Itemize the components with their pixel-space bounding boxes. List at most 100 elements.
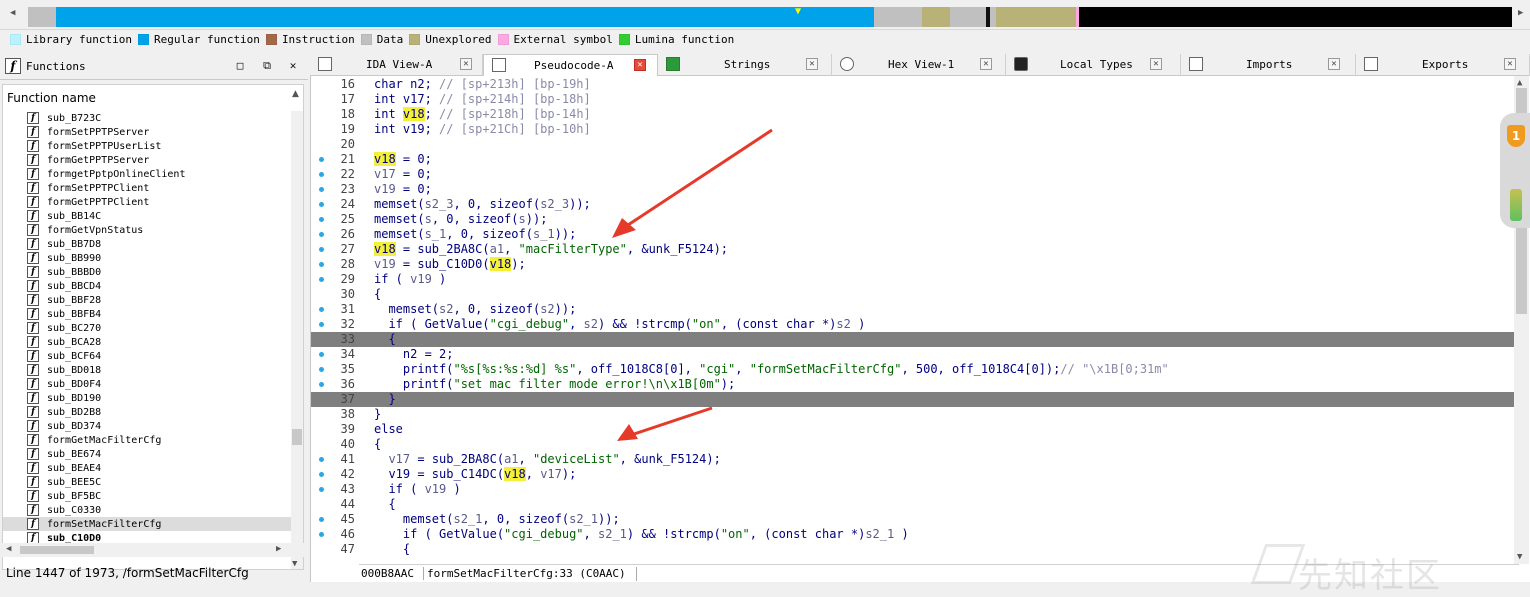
code-line[interactable]: 38} (311, 407, 1514, 422)
code-line[interactable]: 40 { (311, 437, 1514, 452)
code-token[interactable]: s2_1 (569, 512, 598, 526)
code-token[interactable]: v19 (374, 257, 396, 271)
functions-vertical-scrollbar[interactable]: ▼ (291, 111, 303, 569)
code-token[interactable]: s2 (836, 317, 850, 331)
code-token[interactable]: s2_1 (865, 527, 894, 541)
restore-button[interactable]: ⧉ (260, 59, 274, 73)
function-list-item[interactable]: f sub_BCF64 (3, 349, 293, 363)
nav-scroll-left-icon[interactable]: ◀ (10, 8, 20, 20)
code-lines[interactable]: 16 char n2; // [sp+213h] [bp-19h] 17 int v1… (311, 76, 1514, 564)
code-line[interactable]: 36 printf("set mac filter mode error!\n\… (311, 377, 1514, 392)
code-line[interactable]: 39 else (311, 422, 1514, 437)
function-list-item[interactable]: f formGetVpnStatus (3, 223, 293, 237)
code-token[interactable]: s_1 (533, 227, 555, 241)
breakpoint-dot-icon[interactable] (319, 232, 324, 237)
navigation-band[interactable]: ◀ ▼ ▶ (0, 0, 1530, 30)
function-list-item[interactable]: f sub_BBFB4 (3, 307, 293, 321)
code-line[interactable]: 26 memset(s_1, 0, sizeof(s_1)); (311, 227, 1514, 242)
tab-ida-view[interactable]: IDA View-A ✕ (310, 54, 483, 76)
code-line[interactable]: 21 v18 = 0; (311, 152, 1514, 167)
breakpoint-dot-icon[interactable] (319, 202, 324, 207)
code-line[interactable]: 44 { (311, 497, 1514, 512)
code-line[interactable]: 31 memset(s2, 0, sizeof(s2)); (311, 302, 1514, 317)
code-line[interactable]: 33 { (311, 332, 1514, 347)
close-icon[interactable]: ✕ (634, 59, 646, 71)
code-line[interactable]: 25 memset(s, 0, sizeof(s)); (311, 212, 1514, 227)
function-list-item[interactable]: f sub_B723C (3, 111, 293, 125)
column-header-function-name[interactable]: Function name ▲ (3, 85, 303, 109)
code-token[interactable]: v17 (374, 167, 396, 181)
code-line[interactable]: 29 if ( v19 ) (311, 272, 1514, 287)
function-list-item[interactable]: f sub_BD190 (3, 391, 293, 405)
code-line[interactable]: 16 char n2; // [sp+213h] [bp-19h] (311, 77, 1514, 92)
code-line[interactable]: 23 v19 = 0; (311, 182, 1514, 197)
breakpoint-dot-icon[interactable] (319, 157, 324, 162)
breakpoint-dot-icon[interactable] (319, 172, 324, 177)
code-token[interactable]: s_1 (425, 227, 447, 241)
function-list-item[interactable]: f sub_BB990 (3, 251, 293, 265)
function-list-item[interactable]: f sub_BBBD0 (3, 265, 293, 279)
highlighted-token[interactable]: v18 (489, 257, 512, 271)
scrollbar-thumb[interactable] (292, 429, 302, 445)
function-list-item[interactable]: f formGetMacFilterCfg (3, 433, 293, 447)
highlighted-token[interactable]: v18 (374, 152, 396, 166)
function-list-item[interactable]: f formgetPptpOnlineClient (3, 167, 293, 181)
function-list-item[interactable]: f sub_BBF28 (3, 293, 293, 307)
scroll-up-icon[interactable]: ▲ (1517, 78, 1522, 88)
scroll-left-icon[interactable]: ◀ (6, 544, 11, 554)
pseudocode-view[interactable]: 16 char n2; // [sp+213h] [bp-19h] 17 int v1… (310, 76, 1530, 582)
function-list-item[interactable]: f sub_BD0F4 (3, 377, 293, 391)
code-line[interactable]: 24 memset(s2_3, 0, sizeof(s2_3)); (311, 197, 1514, 212)
tab-local-types[interactable]: Local Types ✕ (1006, 54, 1181, 76)
function-list-item[interactable]: f sub_BF5BC (3, 489, 293, 503)
breakpoint-dot-icon[interactable] (319, 517, 324, 522)
function-list-item[interactable]: f sub_BEE5C (3, 475, 293, 489)
code-token[interactable]: v19 (374, 182, 396, 196)
highlighted-token[interactable]: v18 (402, 107, 425, 121)
breakpoint-dot-icon[interactable] (319, 382, 324, 387)
function-list-item[interactable]: f formSetPPTPServer (3, 125, 293, 139)
close-icon[interactable]: ✕ (980, 58, 992, 70)
function-list-item[interactable]: f formGetPPTPServer (3, 153, 293, 167)
code-line[interactable]: 35 printf("%s[%s:%s:%d] %s", off_1018C8[… (311, 362, 1514, 377)
side-widget[interactable]: 1 (1500, 113, 1530, 228)
code-line[interactable]: 27 v18 = sub_2BA8C(a1, "macFilterType", &… (311, 242, 1514, 257)
code-token[interactable]: s2_1 (453, 512, 482, 526)
function-list-item[interactable]: f sub_BB14C (3, 209, 293, 223)
function-list-item[interactable]: f sub_BBCD4 (3, 279, 293, 293)
tab-imports[interactable]: Imports ✕ (1181, 54, 1356, 76)
code-line[interactable]: 34 n2 = 2; (311, 347, 1514, 362)
code-line[interactable]: 45 memset(s2_1, 0, sizeof(s2_1)); (311, 512, 1514, 527)
scroll-down-icon[interactable]: ▼ (1517, 552, 1522, 562)
breakpoint-dot-icon[interactable] (319, 487, 324, 492)
code-line[interactable]: 37 } (311, 392, 1514, 407)
tab-hex-view[interactable]: Hex View-1 ✕ (832, 54, 1006, 76)
code-token[interactable]: s (425, 212, 432, 226)
function-list-item[interactable]: f sub_BD2B8 (3, 405, 293, 419)
tab-strings[interactable]: Strings ✕ (658, 54, 832, 76)
function-list-item[interactable]: f sub_BE674 (3, 447, 293, 461)
function-list-item[interactable]: f formSetMacFilterCfg (3, 517, 293, 531)
breakpoint-dot-icon[interactable] (319, 322, 324, 327)
code-token[interactable]: v17 (388, 452, 410, 466)
breakpoint-dot-icon[interactable] (319, 457, 324, 462)
breakpoint-dot-icon[interactable] (319, 472, 324, 477)
breakpoint-dot-icon[interactable] (319, 247, 324, 252)
code-line[interactable]: 30 { (311, 287, 1514, 302)
close-icon[interactable]: ✕ (806, 58, 818, 70)
code-line[interactable]: 19 int v19; // [sp+21Ch] [bp-10h] (311, 122, 1514, 137)
code-line[interactable]: 22 v17 = 0; (311, 167, 1514, 182)
code-token[interactable]: v19 (425, 482, 447, 496)
function-list-item[interactable]: f sub_BD018 (3, 363, 293, 377)
code-token[interactable]: s2 (439, 302, 453, 316)
code-line[interactable]: 32 if ( GetValue("cgi_debug", s2) && !st… (311, 317, 1514, 332)
maximize-button[interactable]: □ (233, 59, 247, 73)
function-list-item[interactable]: f formSetPPTPUserList (3, 139, 293, 153)
code-line[interactable]: 41 v17 = sub_2BA8C(a1, "deviceList", &un… (311, 452, 1514, 467)
functions-horizontal-scrollbar[interactable]: ◀ ▶ (2, 543, 304, 557)
function-list-item[interactable]: f sub_BB7D8 (3, 237, 293, 251)
code-token[interactable]: s2 (584, 317, 598, 331)
code-line[interactable]: 28 v19 = sub_C10D0(v18); (311, 257, 1514, 272)
breakpoint-dot-icon[interactable] (319, 277, 324, 282)
tab-pseudocode[interactable]: Pseudocode-A ✕ (483, 54, 658, 77)
